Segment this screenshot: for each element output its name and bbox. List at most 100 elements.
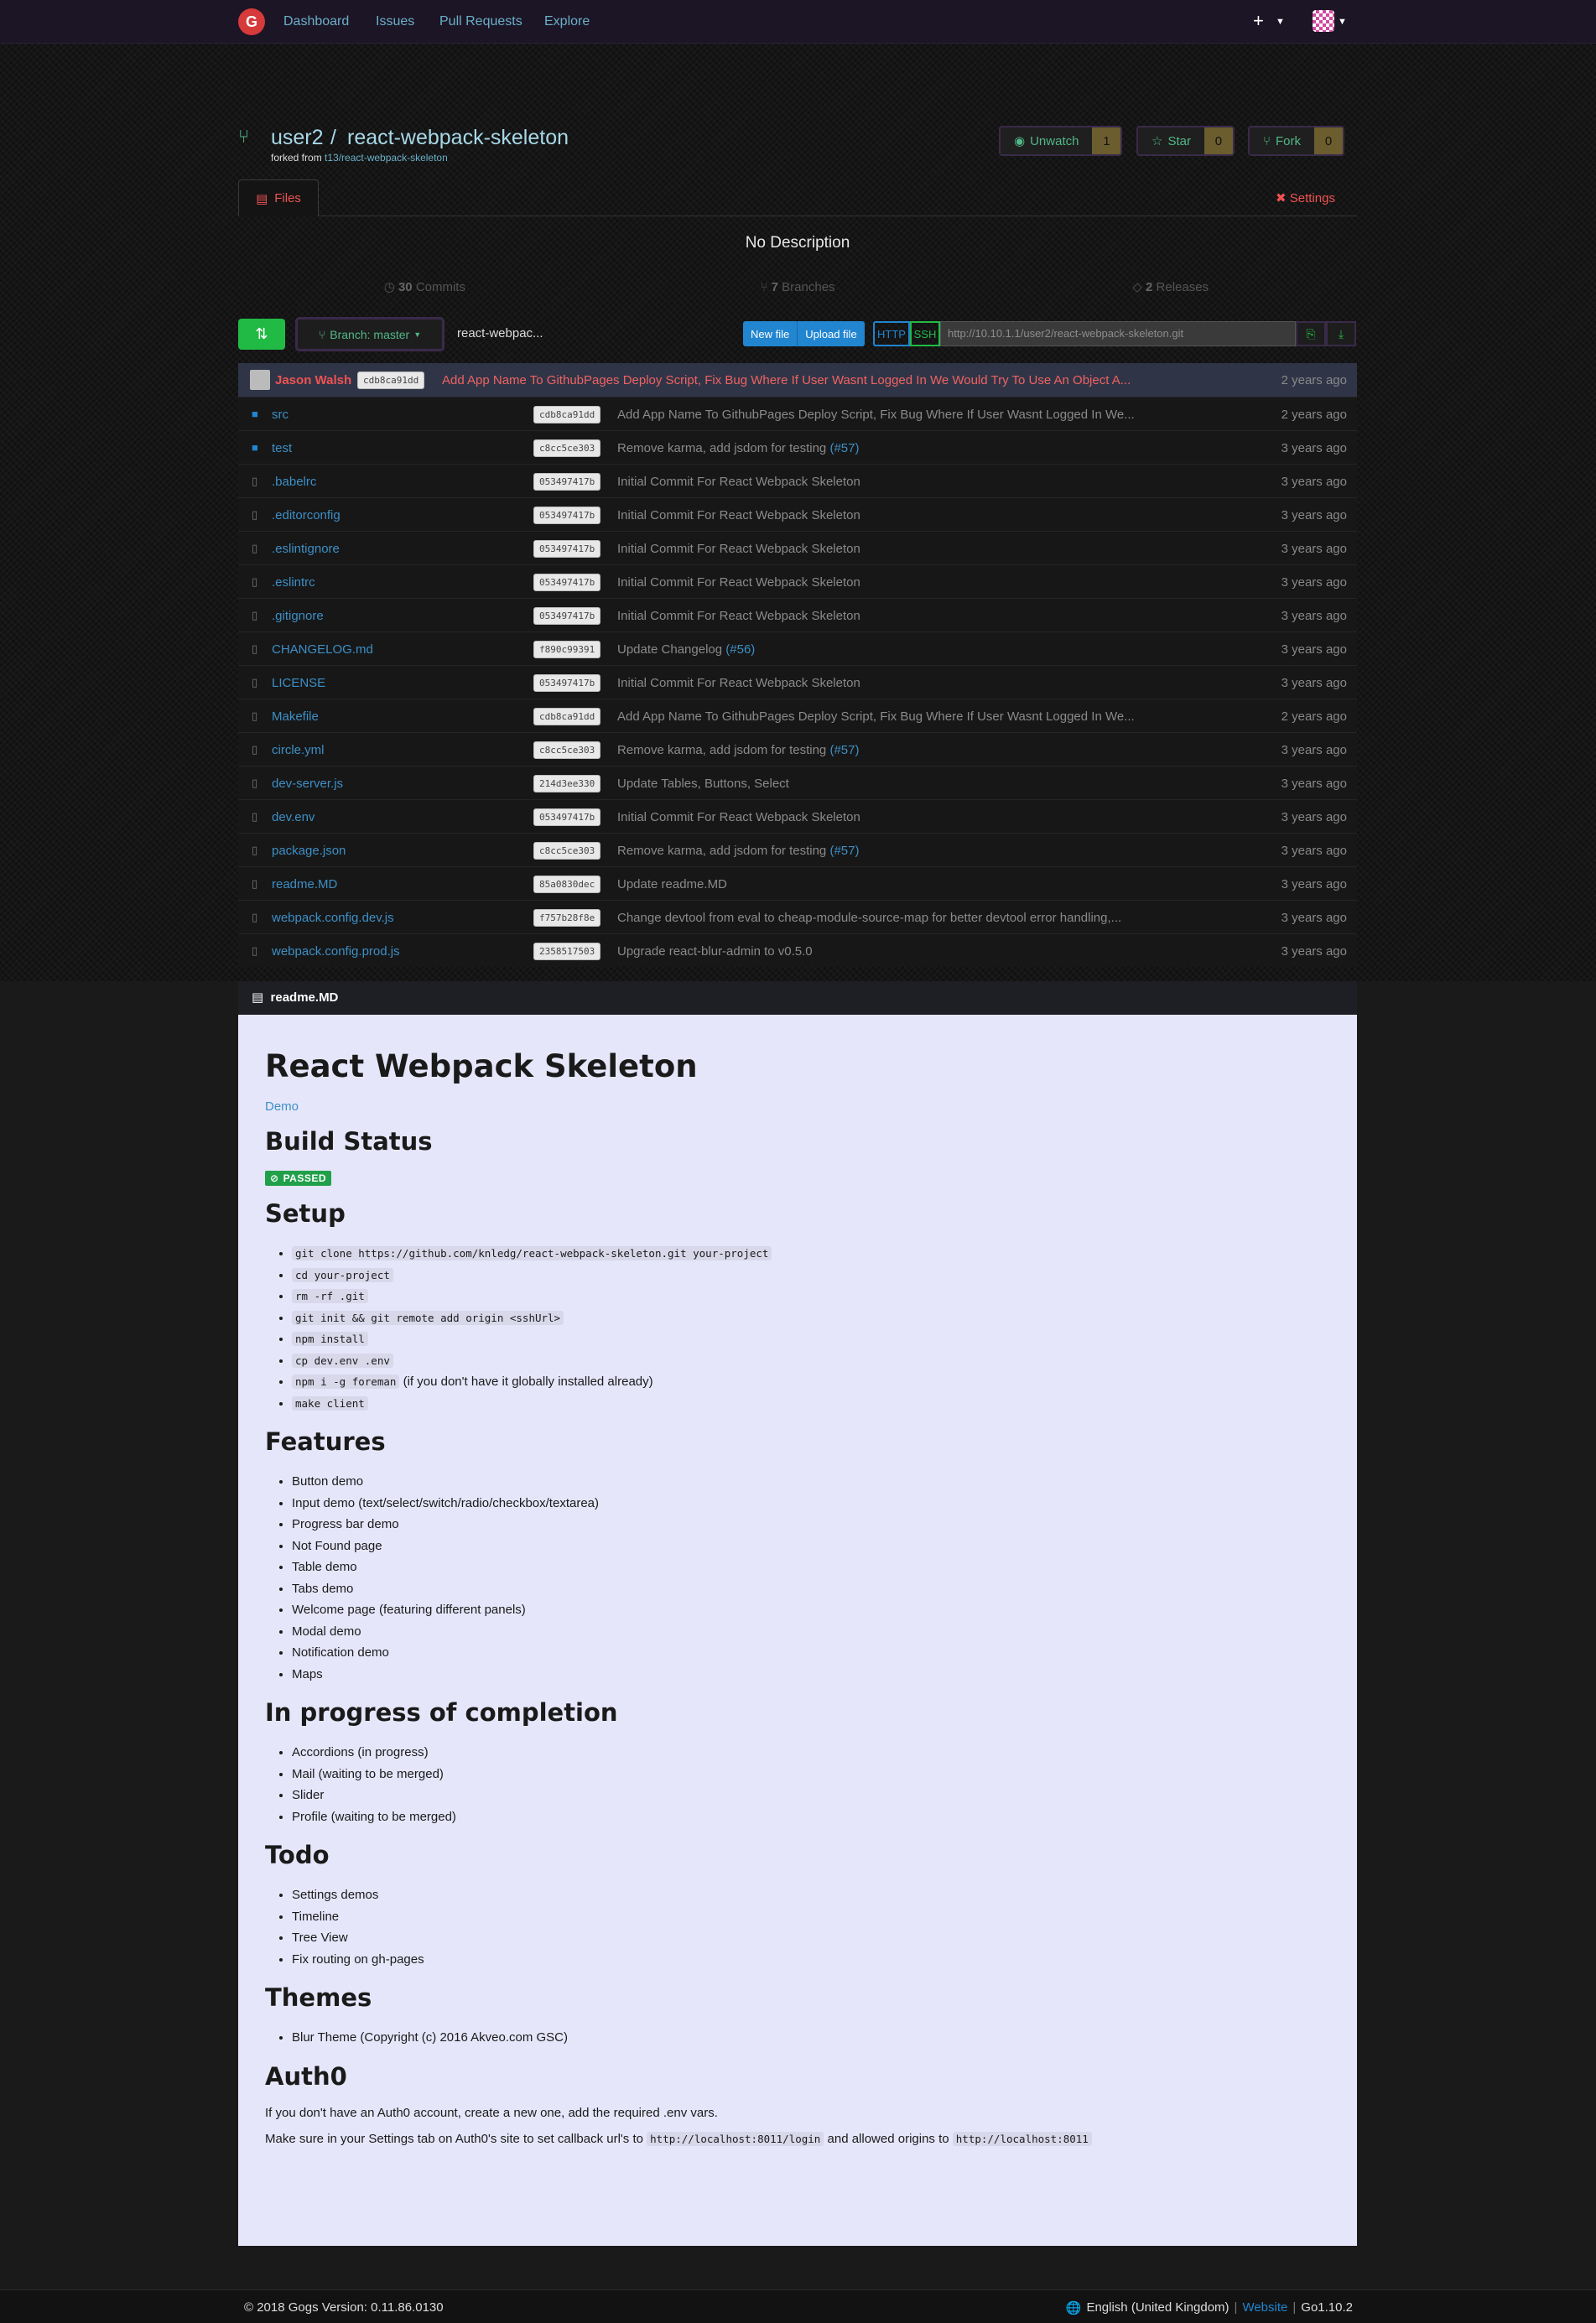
file-name-link[interactable]: .eslintrc [272,575,315,590]
build-passed-badge[interactable]: ⊘ PASSED [265,1171,332,1186]
repo-settings-link[interactable]: ✖ Settings [1276,190,1335,205]
branches-stat[interactable]: ⑂ 7 Branches [611,273,985,303]
nav-dashboard[interactable]: Dashboard [283,14,349,29]
commit-message[interactable]: Update Changelog (#56) [617,642,1137,657]
pr-reference-link[interactable]: (#56) [725,642,755,657]
pr-reference-link[interactable]: (#57) [829,441,859,455]
copy-url-button[interactable]: ⎘ [1296,321,1326,346]
commit-sha[interactable]: 214d3ee330 [533,775,601,793]
http-clone-button[interactable]: HTTP [873,321,910,346]
commit-sha[interactable]: 053497417b [533,674,601,692]
commit-sha[interactable]: cdb8ca91dd [357,372,425,389]
commit-message[interactable]: Initial Commit For React Webpack Skeleto… [617,475,1137,489]
table-row[interactable]: ▯ dev-server.js 214d3ee330 Update Tables, B… [238,766,1357,799]
file-name-link[interactable]: .eslintignore [272,542,340,556]
table-row[interactable]: ■ test c8cc5ce303 Remove karma, add jsdom f… [238,430,1357,464]
commit-message[interactable]: Initial Commit For React Webpack Skeleto… [617,508,1137,522]
file-name-link[interactable]: webpack.config.dev.js [272,911,394,925]
commit-message[interactable]: Remove karma, add jsdom for testing (#57… [617,844,1137,858]
current-path[interactable]: react-webpac... [457,326,543,340]
commit-sha[interactable]: 053497417b [533,607,601,625]
commit-message[interactable]: Initial Commit For React Webpack Skeleto… [617,542,1137,556]
commit-message[interactable]: Upgrade react-blur-admin to v0.5.0 [617,944,1137,959]
upload-file-button[interactable]: Upload file [797,321,865,346]
commit-sha[interactable]: f890c99391 [533,641,601,658]
file-name-link[interactable]: .gitignore [272,609,324,623]
table-row[interactable]: ▯ package.json c8cc5ce303 Remove karma, add… [238,833,1357,866]
ssh-clone-button[interactable]: SSH [910,321,940,346]
commit-sha[interactable]: 053497417b [533,473,601,491]
commit-message[interactable]: Remove karma, add jsdom for testing (#57… [617,743,1137,757]
table-row[interactable]: ▯ readme.MD 85a0830dec Update readme.MD 3 ye… [238,866,1357,900]
table-row[interactable]: ▯ webpack.config.dev.js f757b28f8e Change d… [238,900,1357,933]
tab-files[interactable]: ▤ Files [238,179,319,216]
commit-message[interactable]: Update Tables, Buttons, Select [617,777,1137,791]
file-name-link[interactable]: LICENSE [272,676,325,690]
releases-stat[interactable]: ◇ 2 Releases [984,273,1357,303]
pr-reference-link[interactable]: (#57) [829,743,859,757]
commit-sha[interactable]: 85a0830dec [533,876,601,893]
table-row[interactable]: ▯ Makefile cdb8ca91dd Add App Name To Githu… [238,699,1357,732]
branch-dropdown[interactable]: ⑂ Branch: master ▼ [295,317,444,351]
commit-message[interactable]: Initial Commit For React Webpack Skeleto… [617,810,1137,824]
commit-message[interactable]: Initial Commit For React Webpack Skeleto… [617,676,1137,690]
commit-sha[interactable]: f757b28f8e [533,909,601,927]
commit-message[interactable]: Remove karma, add jsdom for testing (#57… [617,441,1137,455]
language-selector[interactable]: English (United Kingdom) [1086,2300,1229,2315]
table-row[interactable]: ▯ LICENSE 053497417b Initial Commit For Rea… [238,665,1357,699]
pr-reference-link[interactable]: (#57) [829,844,859,858]
file-name-link[interactable]: .babelrc [272,475,316,489]
file-name-link[interactable]: dev-server.js [272,777,343,791]
clone-url-input[interactable]: http://10.10.1.1/user2/react-webpack-ske… [940,321,1296,346]
unwatch-button[interactable]: ◉ Unwatch 1 [999,126,1123,156]
file-name-link[interactable]: circle.yml [272,743,325,757]
commit-message[interactable]: Initial Commit For React Webpack Skeleto… [617,575,1137,590]
file-name-link[interactable]: CHANGELOG.md [272,642,373,657]
commit-message[interactable]: Add App Name To GithubPages Deploy Scrip… [617,408,1137,422]
commit-sha[interactable]: c8cc5ce303 [533,439,601,457]
chevron-down-icon[interactable]: ▼ [1276,17,1285,27]
table-row[interactable]: ▯ dev.env 053497417b Initial Commit For Rea… [238,799,1357,833]
table-row[interactable]: ▯ .babelrc 053497417b Initial Commit For Re… [238,464,1357,497]
commit-sha[interactable]: 053497417b [533,574,601,591]
table-row[interactable]: ▯ circle.yml c8cc5ce303 Remove karma, add j… [238,732,1357,766]
file-name-link[interactable]: readme.MD [272,877,337,891]
commit-sha[interactable]: cdb8ca91dd [533,406,601,424]
file-name-link[interactable]: package.json [272,844,346,858]
commit-sha[interactable]: c8cc5ce303 [533,741,601,759]
table-row[interactable]: ▯ CHANGELOG.md f890c99391 Update Changelog … [238,631,1357,665]
commit-sha[interactable]: c8cc5ce303 [533,842,601,860]
commit-sha[interactable]: 2358517503 [533,943,601,960]
chevron-down-icon[interactable]: ▼ [1338,17,1347,27]
fork-button[interactable]: ⑂ Fork 0 [1248,126,1345,156]
file-name-link[interactable]: Makefile [272,709,319,724]
commit-author-avatar[interactable] [250,370,270,390]
star-count[interactable]: 0 [1203,127,1233,154]
file-name-link[interactable]: test [272,441,292,455]
watch-count[interactable]: 1 [1092,127,1121,154]
forked-source-link[interactable]: t13/react-webpack-skeleton [325,152,448,164]
commit-message[interactable]: Change devtool from eval to cheap-module… [617,911,1137,925]
commit-sha[interactable]: 053497417b [533,540,601,558]
compare-sync-button[interactable]: ⇅ [238,319,285,350]
fork-count[interactable]: 0 [1314,127,1344,154]
commit-message[interactable]: Add App Name To GithubPages Deploy Scrip… [617,709,1137,724]
download-button[interactable]: ⤓ [1326,321,1356,346]
website-link[interactable]: Website [1242,2300,1287,2315]
table-row[interactable]: ■ src cdb8ca91dd Add App Name To GithubPage… [238,397,1357,430]
table-row[interactable]: ▯ webpack.config.prod.js 2358517503 Upgrade… [238,933,1357,967]
table-row[interactable]: ▯ .gitignore 053497417b Initial Commit For … [238,598,1357,631]
demo-link[interactable]: Demo [265,1099,299,1114]
nav-pull-requests[interactable]: Pull Requests [439,14,522,29]
nav-explore[interactable]: Explore [544,14,590,29]
commit-message[interactable]: Add App Name To GithubPages Deploy Scrip… [442,373,1163,387]
nav-issues[interactable]: Issues [376,14,414,29]
commit-sha[interactable]: 053497417b [533,808,601,826]
table-row[interactable]: ▯ .editorconfig 053497417b Initial Commit F… [238,497,1357,531]
file-name-link[interactable]: src [272,408,289,422]
commit-message[interactable]: Update readme.MD [617,877,1137,891]
create-new-plus-icon[interactable]: + [1253,10,1264,32]
file-name-link[interactable]: dev.env [272,810,315,824]
commit-author[interactable]: Jason Walsh [275,373,351,387]
table-row[interactable]: ▯ .eslintrc 053497417b Initial Commit For R… [238,564,1357,598]
